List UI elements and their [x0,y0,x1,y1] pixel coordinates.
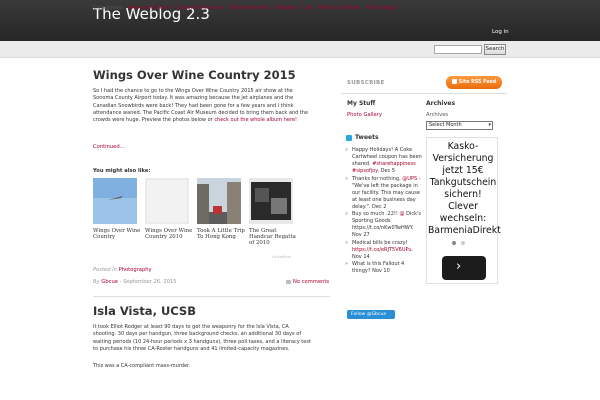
category-link-entertainment[interactable]: Entertainment [229,5,269,11]
category-link-politics-news[interactable]: Politics & News [319,5,361,11]
related-item[interactable]: Wings Over Wine Country [93,178,141,240]
post-category-link[interactable]: Photography [119,267,152,273]
category-link-customer-service[interactable]: Customer Service [175,5,224,11]
tweet-date: . Dec 5 [377,168,396,174]
sidebar-divider [341,93,507,94]
comments-link[interactable]: No comments [286,279,329,285]
subscribe-heading: SUBSCRIBE [347,80,385,86]
tweet-text: Buy so much .22!! [352,211,400,217]
rss-feed-label: Site RSS Feed [458,80,497,85]
tweet-item: Medical bills be crazy! https://t.co/eRJ… [343,240,423,261]
archives-title: Archives [426,100,456,107]
related-item[interactable]: Wings Over Wine Country 2010 [145,178,193,240]
related-caption[interactable]: Took A Little Trip To Hong Kong [197,228,245,240]
chevron-down-icon: ▾ [488,122,491,128]
category-link-life[interactable]: Life [303,5,313,11]
ad-carousel-dots[interactable] [452,240,472,246]
related-thumbnail [93,178,137,224]
ad-text[interactable]: Kasko-Versicherung jetzt 15€ Tankgutsche… [428,141,501,237]
post-body: This was a CA-compliant mass-murder. [93,363,191,369]
post-author-meta: By Gbcue - September 26, 2015 [93,279,177,285]
related-thumbnail [197,178,241,224]
related-thumbnail [145,178,189,224]
tweets-list: Happy Holidays! A Coke Cartwheel coupon … [343,147,423,276]
archives-label: Archives [426,112,449,118]
carousel-dot[interactable] [461,241,465,245]
related-item[interactable]: Took A Little Trip To Hong Kong [197,178,245,240]
post-title[interactable]: Wings Over Wine Country 2015 [93,68,296,82]
related-thumbnail [249,178,293,224]
tweet-text: Thanks for nothing, [352,175,403,182]
rss-icon [451,79,457,84]
comment-icon [286,279,291,284]
related-item[interactable]: The Great Handcar Regatta of 2010 [249,178,297,247]
post-author-link[interactable]: Gbcue [101,279,118,285]
post-body: So I had the chance to go to the Wings O… [93,88,313,124]
tweets-title: Tweets [355,134,379,141]
related-caption[interactable]: The Great Handcar Regatta of 2010 [249,228,297,247]
tweet-url-link[interactable]: https://t.co/eRJT5V6UPu [352,247,412,253]
archives-select[interactable]: Select Month ▾ [426,121,493,130]
ad-next-button[interactable] [442,256,486,280]
related-caption[interactable]: Wings Over Wine Country 2010 [145,228,193,240]
search-input[interactable] [434,45,482,54]
post-category-meta: Posted in Photography [93,267,152,273]
post-divider [93,296,330,297]
archives-select-value: Select Month [429,122,462,128]
tweet-item: What is this Fallout 4 thingy? Nov 10 [343,261,423,275]
category-links: Awesome Stuff Customer Service Entertain… [128,5,401,11]
search-button[interactable]: Search [484,44,506,55]
twitter-icon [346,135,352,141]
tweet-text: Medical bills be crazy! [352,239,408,246]
category-bar [0,41,600,58]
category-link-technology[interactable]: Technology [366,5,397,11]
follow-twitter-button[interactable]: Follow @Gbcue [347,310,395,319]
categories-label: Categories: [93,5,125,11]
post-date: September 26, 2015 [123,279,177,285]
posted-in-label: Posted in [93,267,117,273]
album-link[interactable]: check out the whole album here! [214,117,297,123]
related-heading: You might also like: [93,168,151,174]
tweet-item: Buy so much .22!! @ Dick's Sporting Good… [343,211,423,239]
tweet-item: Thanks for nothing, @UPS - "We've left t… [343,176,423,211]
related-caption[interactable]: Wings Over Wine Country [93,228,141,240]
continued-link[interactable]: Continued… [93,144,125,150]
rss-feed-button[interactable]: Site RSS Feed [446,76,502,89]
category-link-hobbies[interactable]: Hobbies [275,5,297,11]
by-label: By [93,279,100,285]
chevron-right-icon: › [456,259,462,274]
my-stuff-title: My Stuff [347,100,376,107]
linkwithin-credit[interactable]: Linkwithin [272,254,291,259]
login-link[interactable]: Log in [492,29,509,35]
photo-gallery-link[interactable]: Photo Gallery [347,112,382,118]
post-body: It took Elliot Rodger at least 90 days t… [93,324,311,352]
post-title[interactable]: Isla Vista, UCSB [93,304,196,318]
tweet-mention-link[interactable]: @UPS [402,176,417,182]
tweet-date: Nov 10 [372,268,390,274]
carousel-dot[interactable] [452,241,456,245]
category-link-awesome-stuff[interactable]: Awesome Stuff [128,5,169,11]
tweet-item: Happy Holidays! A Coke Cartwheel coupon … [343,147,423,175]
comments-label[interactable]: No comments [293,279,329,285]
